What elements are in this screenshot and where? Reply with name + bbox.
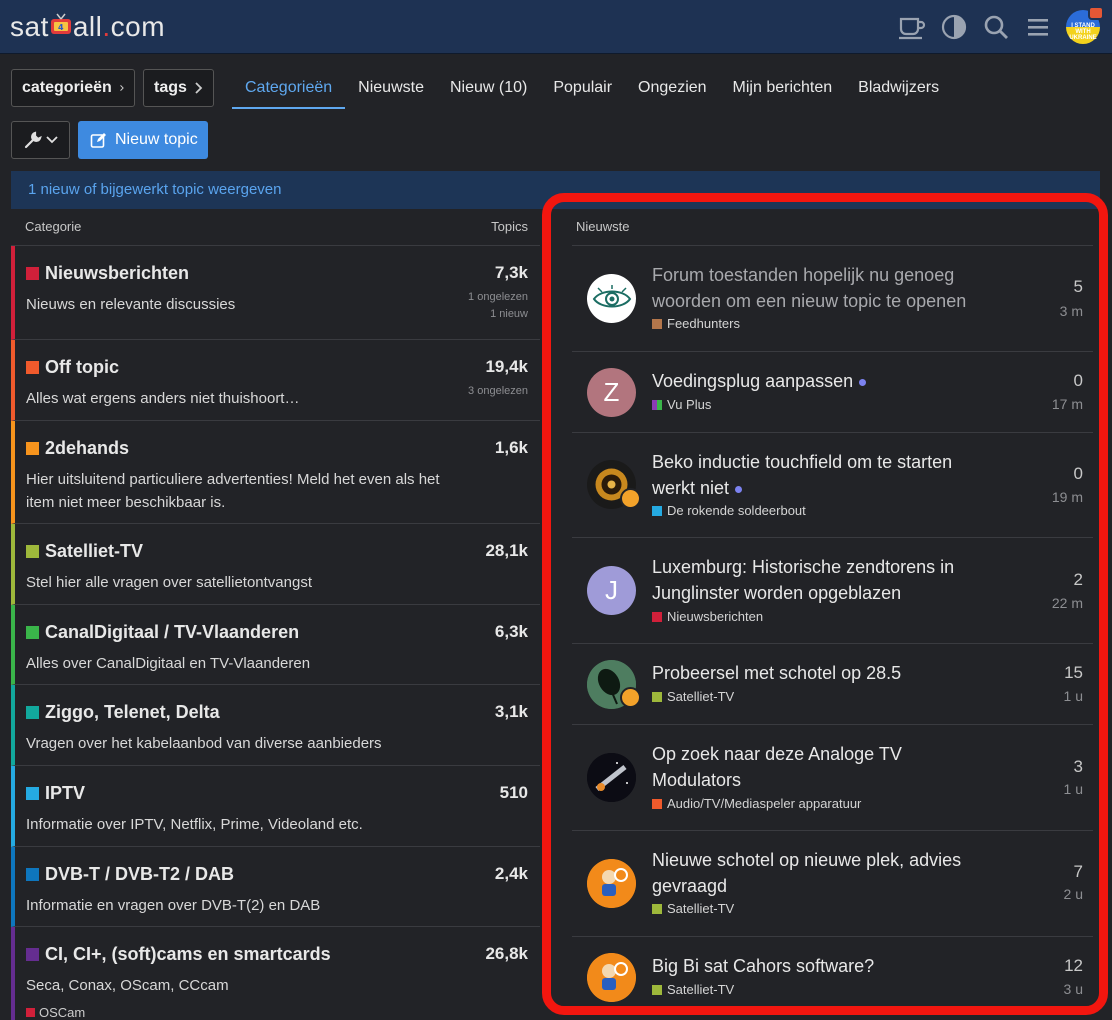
- chevron-right-icon: [120, 85, 124, 91]
- topics-column-header: Topics: [491, 219, 528, 234]
- tab-nieuwste[interactable]: Nieuwste: [345, 69, 437, 109]
- category-row-2dehands[interactable]: 2dehands Hier uitsluitend particuliere a…: [11, 421, 540, 524]
- logo-suffix: all: [72, 11, 103, 42]
- category-name[interactable]: Off topic: [45, 357, 119, 378]
- category-name[interactable]: Ziggo, Telenet, Delta: [45, 702, 220, 723]
- category-color-swatch: [26, 267, 39, 280]
- wrench-icon: [24, 131, 42, 149]
- category-description: Nieuws en relevante discussies: [26, 296, 236, 313]
- category-topic-count: 7,3k: [494, 263, 528, 282]
- tv-logo-icon: 4: [50, 13, 71, 34]
- category-name[interactable]: CanalDigitaal / TV-Vlaanderen: [45, 622, 299, 643]
- category-topic-count: 28,1k: [485, 541, 528, 560]
- tab-ongezien[interactable]: Ongezien: [625, 69, 720, 109]
- category-color-swatch: [26, 545, 39, 558]
- category-color-swatch: [26, 626, 39, 639]
- category-color-swatch: [26, 948, 39, 961]
- category-name[interactable]: 2dehands: [45, 438, 129, 459]
- logo-dot: .: [102, 11, 111, 42]
- category-name[interactable]: DVB-T / DVB-T2 / DAB: [45, 864, 234, 885]
- category-row-nieuwsberichten[interactable]: Nieuwsberichten Nieuws en relevante disc…: [11, 246, 540, 340]
- category-description: Informatie en vragen over DVB-T(2) en DA…: [26, 897, 321, 914]
- category-topic-count: 26,8k: [485, 944, 528, 963]
- category-topic-count: 1,6k: [494, 438, 528, 457]
- category-color-swatch: [26, 442, 39, 455]
- breadcrumb-categories[interactable]: categorieën: [11, 69, 135, 107]
- site-header: sat 4 all. com I STAND WITH UKRAINE: [0, 0, 1112, 54]
- notification-badge: [1088, 6, 1104, 20]
- breadcrumb-tags-label: tags: [154, 79, 187, 96]
- subcategory-color-swatch: [26, 1008, 35, 1017]
- category-name[interactable]: CI, CI+, (soft)cams en smartcards: [45, 944, 331, 965]
- category-topic-count: 19,4k: [485, 357, 528, 376]
- logo-prefix: sat: [10, 11, 49, 42]
- category-topic-count: 6,3k: [494, 622, 528, 641]
- site-logo[interactable]: sat 4 all. com: [10, 10, 165, 44]
- category-description: Alles over CanalDigitaal en TV-Vlaandere…: [26, 655, 311, 672]
- category-description: Informatie over IPTV, Netflix, Prime, Vi…: [26, 816, 363, 833]
- category-topic-count: 3,1k: [494, 702, 528, 721]
- unread-count[interactable]: 3 ongelezen: [468, 385, 528, 397]
- unread-count[interactable]: 1 ongelezen: [468, 291, 528, 303]
- category-name[interactable]: IPTV: [45, 783, 85, 804]
- subcategory-label: OSCam: [39, 1005, 86, 1020]
- tab-categorieen[interactable]: Categorieën: [232, 69, 346, 109]
- tab-populair[interactable]: Populair: [540, 69, 625, 109]
- category-description: Stel hier alle vragen over satellietontv…: [26, 574, 312, 591]
- cup-icon[interactable]: [898, 13, 926, 41]
- edit-icon: [90, 132, 106, 148]
- user-avatar[interactable]: I STAND WITH UKRAINE: [1066, 6, 1104, 44]
- avatar-text: I STAND WITH UKRAINE: [1069, 23, 1097, 41]
- admin-tools-button[interactable]: [11, 121, 70, 159]
- category-topic-count: 2,4k: [494, 864, 528, 883]
- category-row-dvb-t[interactable]: DVB-T / DVB-T2 / DAB Informatie en vrage…: [11, 847, 540, 927]
- categories-table-header: Categorie Topics: [11, 209, 540, 246]
- new-topic-button[interactable]: Nieuw topic: [78, 121, 208, 159]
- category-topic-count: 510: [499, 783, 528, 802]
- category-color-swatch: [26, 787, 39, 800]
- new-topic-label: Nieuw topic: [115, 131, 198, 148]
- category-row-ziggo[interactable]: Ziggo, Telenet, Delta Vragen over het ka…: [11, 685, 540, 766]
- category-column-header: Categorie: [25, 219, 82, 234]
- breadcrumb-tags[interactable]: tags: [143, 69, 214, 107]
- category-color-swatch: [26, 361, 39, 374]
- svg-text:4: 4: [58, 23, 64, 32]
- category-description: Vragen over het kabelaanbod van diverse …: [26, 735, 382, 752]
- tab-bladwijzers[interactable]: Bladwijzers: [845, 69, 952, 109]
- category-color-swatch: [26, 706, 39, 719]
- category-color-swatch: [26, 868, 39, 881]
- category-row-iptv[interactable]: IPTV Informatie over IPTV, Netflix, Prim…: [11, 766, 540, 847]
- hamburger-menu-icon[interactable]: [1024, 13, 1052, 41]
- category-description: Alles wat ergens anders niet thuishoort…: [26, 390, 300, 407]
- new-count[interactable]: 1 nieuw: [490, 308, 528, 320]
- tab-nieuw[interactable]: Nieuw (10): [437, 69, 540, 109]
- category-description: Seca, Conax, OScam, CCcam: [26, 977, 229, 994]
- search-icon[interactable]: [982, 13, 1010, 41]
- chevron-down-icon: [45, 136, 58, 144]
- category-row-off-topic[interactable]: Off topic Alles wat ergens anders niet t…: [11, 340, 540, 421]
- category-row-satelliet-tv[interactable]: Satelliet-TV Stel hier alle vragen over …: [11, 524, 540, 605]
- category-row-ci-cams[interactable]: CI, CI+, (soft)cams en smartcards Seca, …: [11, 927, 540, 1020]
- chevron-right-icon: [195, 82, 203, 94]
- category-row-canaldigitaal[interactable]: CanalDigitaal / TV-Vlaanderen Alles over…: [11, 605, 540, 685]
- category-description: Hier uitsluitend particuliere advertenti…: [26, 471, 440, 511]
- highlight-outline: [542, 193, 1108, 1015]
- logo-tld: com: [110, 11, 166, 42]
- navigation-tabs: Categorieën Nieuwste Nieuw (10) Populair…: [232, 69, 952, 109]
- subcategory-link[interactable]: OSCam: [26, 1005, 85, 1020]
- tab-mijn-berichten[interactable]: Mijn berichten: [720, 69, 846, 109]
- breadcrumb-categories-label: categorieën: [22, 79, 112, 96]
- theme-toggle-icon[interactable]: [940, 13, 968, 41]
- category-name[interactable]: Satelliet-TV: [45, 541, 143, 562]
- category-name[interactable]: Nieuwsberichten: [45, 263, 189, 284]
